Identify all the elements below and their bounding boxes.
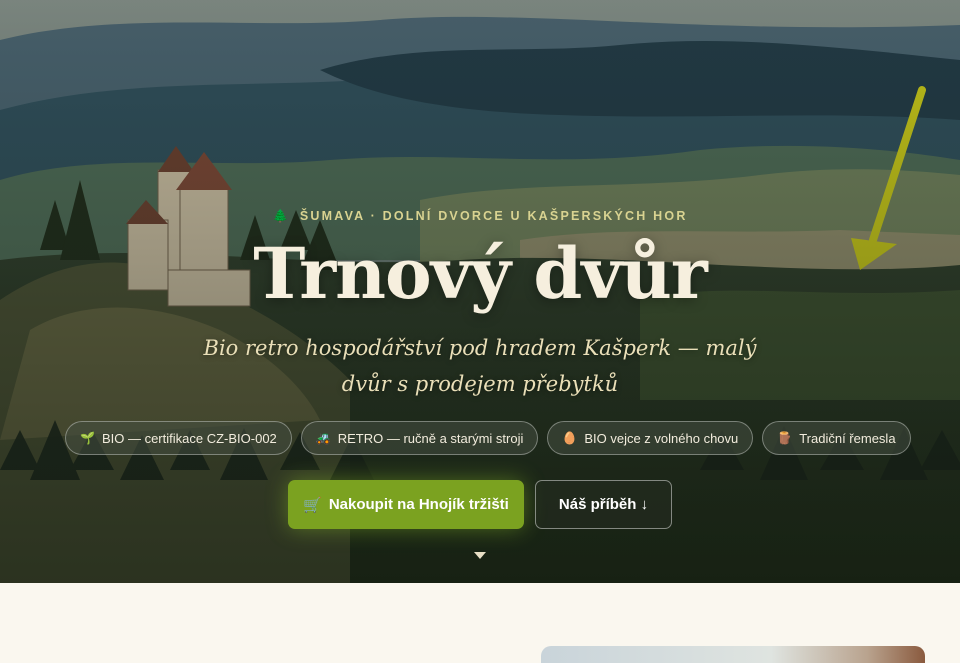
hero-subtitle: Bio retro hospodářství pod hradem Kašper… — [203, 336, 757, 396]
badge-eggs: 🥚 BIO vejce z volného chovu — [547, 421, 754, 455]
badge-label: BIO vejce z volného chovu — [584, 430, 739, 446]
scroll-down-icon[interactable] — [474, 552, 486, 559]
hero-eyebrow: 🌲 ŠUMAVA · DOLNÍ DVORCE U KAŠPERSKÝCH HO… — [0, 209, 960, 224]
badge-crafts: 🪵 Tradiční řemesla — [762, 421, 911, 455]
feature-badges: 🌱 BIO — certifikace CZ-BIO-002 🚜 RETRO —… — [65, 421, 911, 455]
shop-button[interactable]: 🛒 Nakoupit na Hnojík tržišti — [288, 480, 524, 529]
tractor-icon: 🚜 — [315, 431, 331, 445]
hero-eyebrow-text: ŠUMAVA · DOLNÍ DVORCE U KAŠPERSKÝCH HOR — [299, 209, 688, 223]
egg-icon: 🥚 — [562, 431, 578, 445]
hero-section: 🌲 ŠUMAVA · DOLNÍ DVORCE U KAŠPERSKÝCH HO… — [0, 0, 960, 583]
our-story-button[interactable]: Náš příběh ↓ — [535, 480, 672, 529]
badge-label: RETRO — ručně a starými stroji — [337, 430, 524, 446]
badge-label: BIO — certifikace CZ-BIO-002 — [101, 430, 277, 446]
preview-image — [541, 646, 925, 663]
shop-button-label: Nakoupit na Hnojík tržišti — [328, 496, 509, 513]
tree-icon: 🌲 — [272, 209, 291, 223]
badge-label: Tradiční řemesla — [799, 430, 896, 446]
cart-icon: 🛒 — [303, 496, 322, 514]
badge-bio: 🌱 BIO — certifikace CZ-BIO-002 — [65, 421, 292, 455]
page-title: Trnový dvůr — [253, 232, 708, 315]
sprout-icon: 🌱 — [80, 431, 95, 445]
craft-icon: 🪵 — [777, 431, 793, 445]
badge-retro: 🚜 RETRO — ručně a starými stroji — [300, 421, 539, 455]
our-story-label: Náš příběh ↓ — [558, 496, 649, 513]
